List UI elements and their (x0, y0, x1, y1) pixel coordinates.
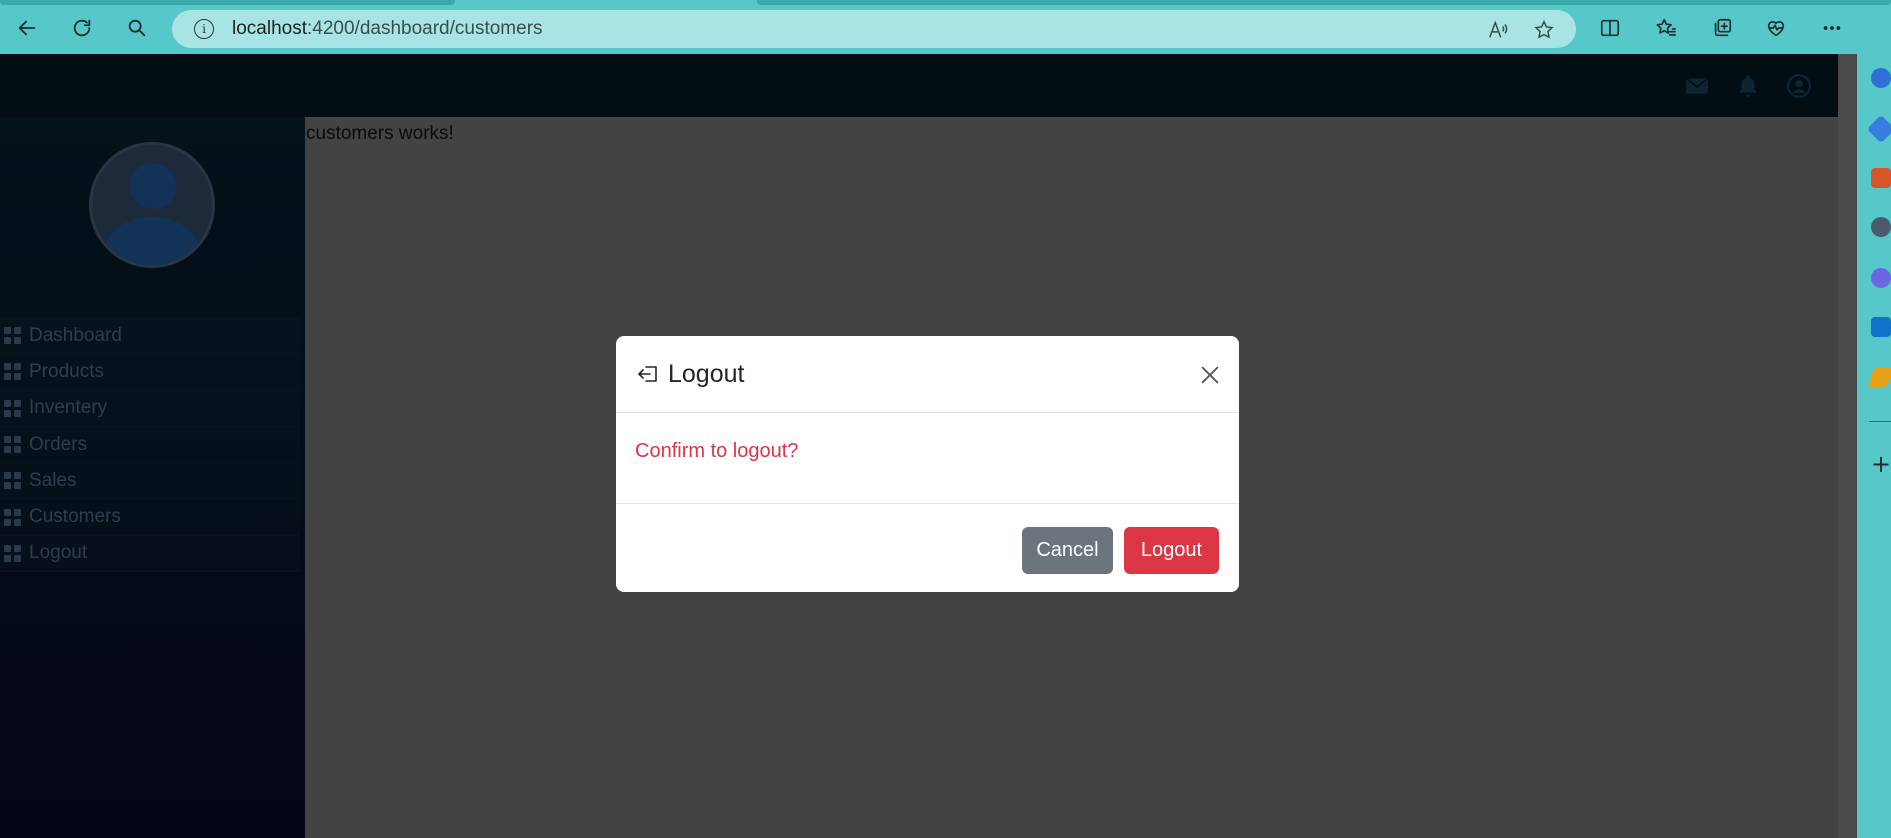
account-icon[interactable] (1785, 72, 1813, 100)
modal-title: Logout (668, 359, 745, 388)
copilot-diamond-icon[interactable] (1866, 114, 1891, 144)
avatar-head (130, 163, 176, 209)
browser-toolbar: i localhost:4200/dashboard/customers (0, 0, 1891, 54)
grid-icon (4, 544, 21, 562)
site-info-icon[interactable]: i (194, 19, 214, 39)
grid-icon (4, 472, 21, 490)
search-icon[interactable] (1871, 68, 1891, 88)
side-nav: Dashboard Products Inventery Orders Sale… (0, 117, 305, 838)
address-bar[interactable]: i localhost:4200/dashboard/customers (172, 10, 1576, 48)
cancel-button[interactable]: Cancel (1022, 527, 1113, 574)
sidebar-divider (1869, 421, 1891, 422)
toolbox-icon[interactable] (1871, 168, 1891, 188)
add-icon[interactable]: + (1871, 450, 1891, 478)
grid-icon (4, 399, 21, 417)
page-content-text: customers works! (306, 123, 454, 144)
app-header (0, 54, 1838, 117)
sidebar-item-label: Orders (29, 433, 88, 455)
grid-icon (4, 436, 21, 454)
inactive-tab-edge[interactable] (757, 0, 1891, 5)
sidebar-item-label: Inventery (29, 397, 108, 419)
browser-essentials-icon[interactable] (1762, 14, 1790, 42)
favorites-icon[interactable] (1652, 14, 1680, 42)
logout-modal: Logout Confirm to logout? Cancel Logout (616, 336, 1239, 592)
sidebar-item-label: Dashboard (29, 324, 122, 346)
search-icon[interactable] (121, 12, 153, 44)
modal-header: Logout (616, 336, 1239, 413)
bell-icon[interactable] (1734, 72, 1762, 100)
logout-icon (635, 361, 661, 387)
mail-icon[interactable] (1683, 72, 1711, 100)
scrollbar[interactable] (1838, 54, 1857, 838)
sidebar-item-customers[interactable]: Customers (0, 499, 300, 536)
collections-icon[interactable] (1708, 14, 1736, 42)
send-icon[interactable] (1867, 367, 1891, 387)
read-aloud-icon[interactable] (1487, 19, 1509, 41)
back-arrow-icon[interactable] (11, 12, 43, 44)
active-tab-edge[interactable] (0, 0, 455, 5)
modal-message: Confirm to logout? (635, 440, 799, 462)
sidebar-item-label: Sales (29, 469, 77, 491)
url-path: :4200/dashboard/customers (307, 18, 543, 39)
avatar-body (104, 217, 200, 265)
outlook-icon[interactable] (1871, 317, 1891, 337)
close-icon[interactable] (1197, 362, 1223, 388)
refresh-icon[interactable] (66, 12, 98, 44)
sidebar-item-label: Logout (29, 542, 88, 564)
sidebar-item-label: Products (29, 360, 104, 382)
copilot-icon[interactable] (1871, 268, 1891, 288)
favorite-star-icon[interactable] (1533, 19, 1555, 41)
sidebar-item-dashboard[interactable]: Dashboard (0, 318, 300, 355)
grid-icon (4, 508, 21, 526)
grid-icon (4, 363, 21, 381)
logout-button[interactable]: Logout (1124, 527, 1219, 574)
sidebar-item-label: Customers (29, 506, 121, 528)
people-icon[interactable] (1871, 217, 1891, 237)
more-icon[interactable] (1818, 14, 1846, 42)
sidebar-item-logout[interactable]: Logout (0, 535, 300, 573)
sidebar-item-sales[interactable]: Sales (0, 463, 300, 500)
sidebar-item-orders[interactable]: Orders (0, 426, 300, 464)
avatar (89, 142, 215, 268)
url-host: localhost (232, 18, 307, 39)
split-screen-icon[interactable] (1596, 14, 1624, 42)
url-text[interactable]: localhost:4200/dashboard/customers (232, 18, 543, 40)
tab-strip (0, 0, 1891, 6)
edge-sidebar: + (1857, 54, 1891, 838)
sidebar-item-inventery[interactable]: Inventery (0, 390, 300, 427)
modal-footer: Cancel Logout (616, 503, 1239, 592)
sidebar-item-products[interactable]: Products (0, 354, 300, 391)
nav-list: Dashboard Products Inventery Orders Sale… (0, 318, 300, 573)
grid-icon (4, 327, 21, 345)
